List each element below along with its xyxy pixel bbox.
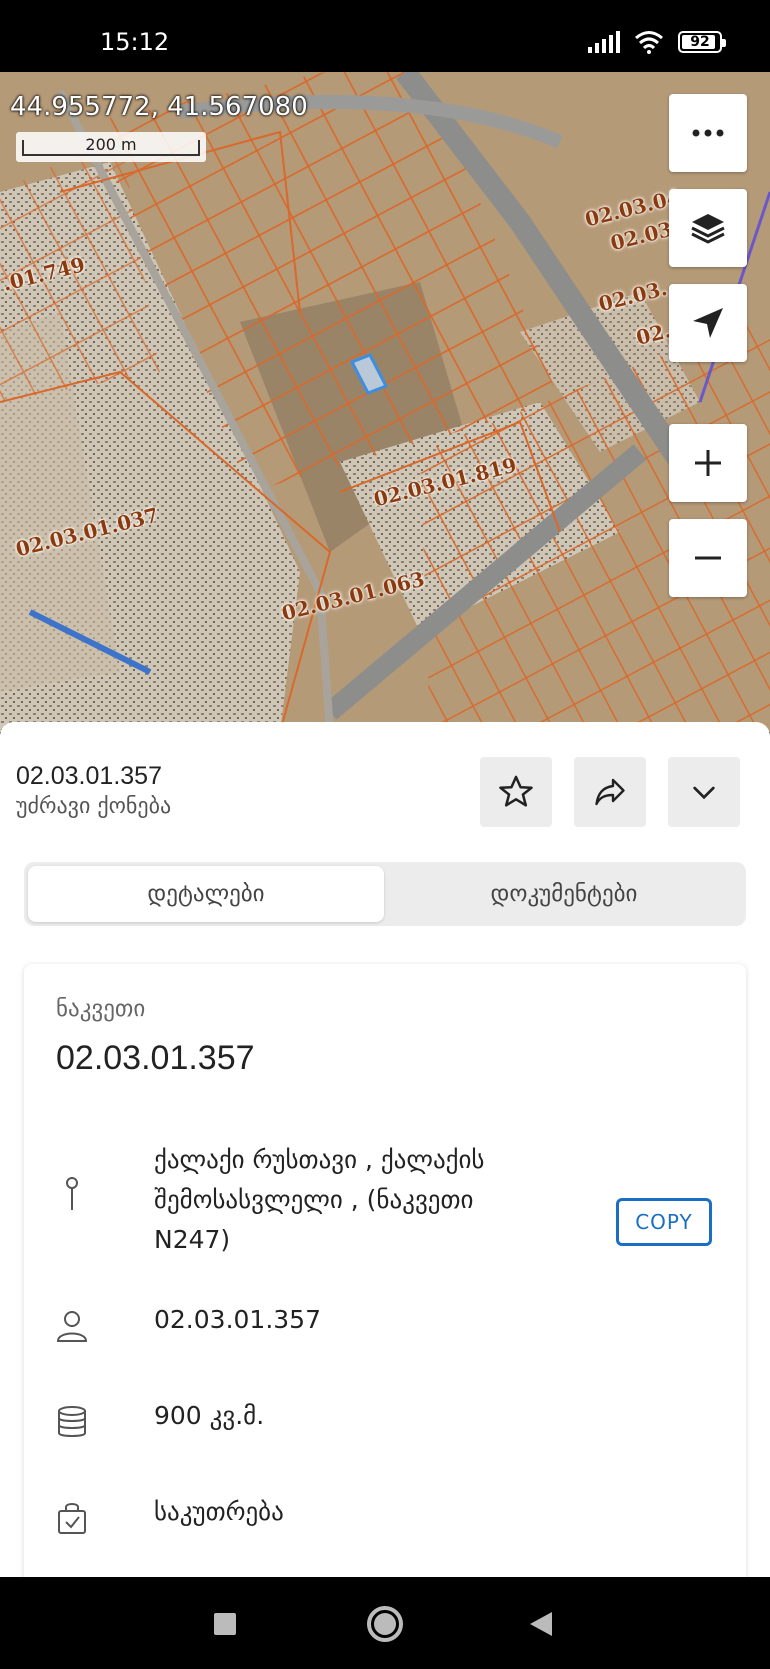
zoom-out-icon: [695, 556, 721, 560]
home-icon: [367, 1606, 403, 1642]
star-icon: [499, 775, 533, 807]
more-button[interactable]: [669, 94, 747, 172]
tab-documents[interactable]: დოკუმენტები: [386, 866, 742, 922]
navigate-icon: [693, 308, 723, 338]
home-button[interactable]: [360, 1599, 410, 1649]
map-view[interactable]: 44.955772, 41.567080 200 m 02.03.04 02.0…: [0, 72, 770, 732]
tab-bar: დეტალები დოკუმენტები: [24, 862, 746, 926]
ownership-text: საკუთრება: [154, 1497, 284, 1526]
collapse-button[interactable]: [668, 757, 740, 827]
address-line: შემოსასვლელი , (ნაკვეთი: [154, 1185, 474, 1214]
zoom-out-button[interactable]: [669, 519, 747, 597]
card-label: ნაკვეთი: [56, 996, 146, 1022]
more-icon: [692, 129, 724, 137]
layers-button[interactable]: [669, 189, 747, 267]
system-nav-bar: [0, 1577, 770, 1669]
recents-button[interactable]: [200, 1599, 250, 1649]
share-icon: [595, 778, 625, 806]
tab-details[interactable]: დეტალები: [28, 866, 384, 922]
zoom-in-button[interactable]: [669, 424, 747, 502]
address-line: ქალაქი რუსთავი , ქალაქის: [154, 1145, 485, 1174]
back-button[interactable]: [516, 1599, 566, 1649]
map-scale-bar: 200 m: [16, 132, 206, 162]
scale-label: 200 m: [85, 135, 137, 154]
signal-icon: [588, 31, 620, 53]
sheet-parcel-type: უძრავი ქონება: [16, 794, 172, 819]
owner-id-text: 02.03.01.357: [154, 1305, 321, 1334]
status-time: 15:12: [100, 28, 170, 56]
database-icon: [54, 1404, 90, 1440]
my-location-button[interactable]: [669, 284, 747, 362]
person-icon: [54, 1308, 90, 1344]
sheet-parcel-id: 02.03.01.357: [16, 762, 162, 790]
satellite-imagery: [0, 72, 770, 732]
address-line: N247): [154, 1225, 231, 1254]
battery-percent: 92: [690, 34, 710, 50]
location-pin-icon: [54, 1176, 90, 1212]
status-icons: 92: [588, 30, 726, 54]
parcel-info-card: ნაკვეთი 02.03.01.357 ქალაქი რუსთავი , ქა…: [24, 964, 746, 1577]
wifi-icon: [635, 31, 663, 54]
address-text: ქალაქი რუსთავი , ქალაქის შემოსასვლელი , …: [154, 1140, 574, 1260]
copy-address-button[interactable]: COPY: [616, 1198, 712, 1246]
status-bar: 15:12 92: [0, 0, 770, 72]
chevron-down-icon: [693, 786, 715, 800]
card-parcel-number: 02.03.01.357: [56, 1039, 255, 1077]
map-coordinates: 44.955772, 41.567080: [10, 92, 308, 122]
parcel-details-sheet: 02.03.01.357 უძრავი ქონება დეტალები დოკუ…: [0, 722, 770, 1577]
battery-icon: 92: [678, 31, 726, 53]
back-icon: [530, 1612, 552, 1636]
recents-icon: [214, 1613, 236, 1635]
layers-icon: [691, 214, 725, 244]
ownership-bag-icon: [54, 1500, 90, 1536]
area-text: 900 კვ.მ.: [154, 1401, 265, 1430]
favorite-button[interactable]: [480, 757, 552, 827]
share-button[interactable]: [574, 757, 646, 827]
zoom-in-icon: [695, 450, 721, 476]
